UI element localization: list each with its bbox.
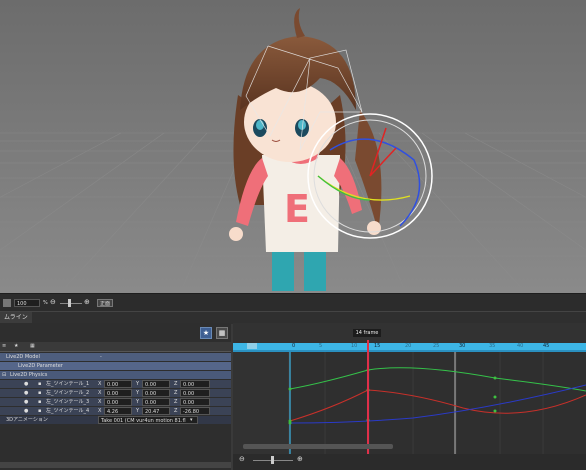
tick-label: 20 bbox=[405, 343, 412, 349]
axis-label: Y bbox=[136, 381, 140, 387]
list-item[interactable]: Live2D Model - bbox=[0, 353, 231, 361]
animation-label: 3Dアニメーション bbox=[6, 417, 48, 423]
current-frame-label: 14 frame bbox=[353, 329, 381, 337]
axis-label: X bbox=[98, 381, 102, 387]
chevron-down-icon[interactable]: ▾ bbox=[190, 417, 193, 424]
bone-y-input[interactable]: 0.00 bbox=[142, 380, 170, 388]
bone-z-input[interactable]: 0.00 bbox=[180, 398, 210, 406]
tree-item-label: Live2D Parameter bbox=[18, 363, 63, 369]
tree-item-label: Live2D Physics bbox=[10, 372, 48, 378]
axis-label: Z bbox=[174, 399, 178, 405]
view-square-icon[interactable] bbox=[3, 299, 11, 307]
bone-x-input[interactable]: 0.00 bbox=[104, 380, 132, 388]
zoom-out-icon[interactable]: ⊖ bbox=[239, 456, 245, 463]
timeline-zoom-handle[interactable] bbox=[271, 456, 274, 464]
bone-name: 左_ツインテール_4 bbox=[46, 408, 90, 414]
calendar-button[interactable]: ▦ bbox=[216, 327, 228, 339]
front-view-button[interactable]: 正面 bbox=[97, 299, 113, 307]
visibility-icon[interactable]: ● bbox=[24, 399, 28, 406]
range-handle[interactable] bbox=[247, 343, 257, 349]
3d-viewport[interactable]: E bbox=[0, 0, 586, 293]
list-item[interactable]: Live2D Parameter bbox=[0, 362, 231, 370]
lock-icon[interactable]: ▪ bbox=[38, 399, 41, 406]
bone-z-input[interactable]: -26.80 bbox=[180, 407, 210, 415]
tick-label: 40 bbox=[517, 343, 524, 349]
axis-label: Z bbox=[174, 408, 178, 414]
visibility-icon[interactable]: ● bbox=[24, 381, 28, 388]
tick-label: 5 bbox=[319, 343, 323, 349]
collapse-icon[interactable]: ⊟ bbox=[2, 372, 6, 379]
axis-label: Y bbox=[136, 408, 140, 414]
list-item[interactable]: ⊟ Live2D Physics bbox=[0, 371, 231, 379]
axis-label: Y bbox=[136, 390, 140, 396]
zoom-slider-handle[interactable] bbox=[68, 299, 71, 307]
tick-label: 35 bbox=[489, 343, 496, 349]
zoom-slider[interactable] bbox=[60, 303, 82, 304]
visibility-icon[interactable]: ● bbox=[24, 408, 28, 415]
lock-icon[interactable]: ▪ bbox=[38, 390, 41, 397]
axis-label: X bbox=[98, 399, 102, 405]
zoom-in-icon[interactable]: ⊕ bbox=[84, 299, 90, 306]
zoom-input[interactable]: 100 bbox=[14, 299, 40, 307]
bone-name: 左_ツインテール_3 bbox=[46, 399, 90, 405]
tree-item-value: - bbox=[100, 354, 102, 360]
tick-label: 10 bbox=[351, 343, 358, 349]
bone-y-input[interactable]: 0.00 bbox=[142, 398, 170, 406]
lock-icon[interactable]: ▪ bbox=[38, 381, 41, 388]
lock-icon[interactable]: ▪ bbox=[38, 408, 41, 415]
timeline-graph-panel[interactable]: 14 frame 0 15 30 45 5 10 20 25 35 40 ⊖ ⊕ bbox=[233, 323, 586, 470]
table-row[interactable]: 3Dアニメーション Take 001 (CM vur4un motion 81.… bbox=[0, 416, 231, 424]
svg-text:E: E bbox=[284, 187, 310, 231]
bone-y-input[interactable]: 0.00 bbox=[142, 389, 170, 397]
list-icon: ≡ bbox=[2, 343, 7, 349]
bone-name: 左_ツインテール_2 bbox=[46, 390, 90, 396]
favorite-button[interactable]: ★ bbox=[200, 327, 212, 339]
tick-label: 15 bbox=[374, 343, 381, 349]
axis-label: Z bbox=[174, 381, 178, 387]
tick-label: 30 bbox=[459, 343, 466, 349]
tick-label: 0 bbox=[292, 343, 296, 349]
animation-select[interactable]: Take 001 (CM vur4un motion 81.fl bbox=[98, 416, 198, 424]
calendar-icon: ▦ bbox=[30, 343, 35, 349]
zoom-in-icon[interactable]: ⊕ bbox=[297, 456, 303, 463]
axis-label: X bbox=[98, 408, 102, 414]
bone-x-input[interactable]: 0.00 bbox=[104, 389, 132, 397]
axis-label: X bbox=[98, 390, 102, 396]
bone-x-input[interactable]: 4.26 bbox=[104, 407, 132, 415]
table-row[interactable]: ● ▪ 左_ツインテール_1 X 0.00 Y 0.00 Z 0.00 bbox=[0, 380, 231, 388]
visibility-icon[interactable]: ● bbox=[24, 390, 28, 397]
tick-label: 45 bbox=[543, 343, 550, 349]
tree-item-label: Live2D Model bbox=[6, 354, 40, 360]
axis-label: Z bbox=[174, 390, 178, 396]
graph-scrollbar bbox=[243, 444, 393, 449]
bone-z-input[interactable]: 0.00 bbox=[180, 389, 210, 397]
zoom-unit: % bbox=[43, 300, 48, 306]
bone-x-input[interactable]: 0.00 bbox=[104, 398, 132, 406]
axis-label: Y bbox=[136, 399, 140, 405]
table-row[interactable]: ● ▪ 左_ツインテール_2 X 0.00 Y 0.00 Z 0.00 bbox=[0, 389, 231, 397]
horizontal-scrollbar[interactable] bbox=[0, 462, 231, 468]
table-row[interactable]: ● ▪ 左_ツインテール_3 X 0.00 Y 0.00 Z 0.00 bbox=[0, 398, 231, 406]
table-row[interactable]: ● ▪ 左_ツインテール_4 X 4.26 Y 20.47 Z -26.80 bbox=[0, 407, 231, 415]
bone-z-input[interactable]: 0.00 bbox=[180, 380, 210, 388]
zoom-toolbar: 100 % ⊖ ⊕ 正面 bbox=[0, 293, 586, 312]
tick-label: 25 bbox=[433, 343, 440, 349]
star-icon: ★ bbox=[14, 343, 19, 349]
viewport-scene: E bbox=[0, 0, 586, 293]
bone-y-input[interactable]: 20.47 bbox=[142, 407, 170, 415]
zoom-out-icon[interactable]: ⊖ bbox=[50, 299, 56, 306]
timeline-tree-panel: ★ ▦ ≡ ★ ▦ Live2D Model - Live2D Paramete… bbox=[0, 323, 231, 470]
bone-name: 左_ツインテール_1 bbox=[46, 381, 90, 387]
tree-header: ≡ ★ ▦ bbox=[0, 342, 231, 352]
